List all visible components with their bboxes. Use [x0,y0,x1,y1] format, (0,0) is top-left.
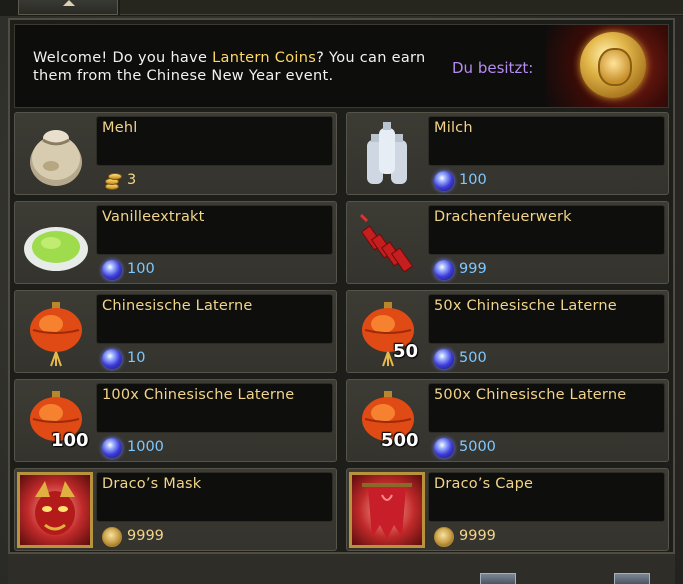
milk-bottles-icon [353,118,423,190]
item-price: 5000 [459,439,496,455]
lantern-coins-highlight: Lantern Coins [212,50,317,66]
dragon-cape-icon [349,472,425,548]
scroll-button-right[interactable] [614,573,650,584]
shop-item-card[interactable]: Chinesische Laterne 10 [14,290,337,373]
gem-icon [102,438,122,458]
coin-display [546,25,668,107]
gem-icon [102,260,122,280]
shop-item-card[interactable]: Drachenfeuerwerk 999 [346,201,669,284]
flour-sack-icon [21,118,91,190]
shop-item-card[interactable]: Vanilleextrakt 100 [14,201,337,284]
item-price: 9999 [459,528,496,544]
gem-icon [434,171,454,191]
shop-item-card[interactable]: Draco’s Cape 9999 [346,468,669,551]
shop-item-card[interactable]: 100 100x Chinesische Laterne 1000 [14,379,337,462]
item-price: 10 [127,350,146,366]
welcome-text: Welcome! Do you have [33,50,213,66]
item-name: Drachenfeuerwerk [434,209,572,225]
item-name: 100x Chinesische Laterne [102,387,295,403]
info-banner: Welcome! Do you have Lantern Coins? You … [14,24,669,108]
shop-item-card[interactable]: Milch 100 [346,112,669,195]
item-price: 100 [127,261,155,277]
gold-coins-icon [102,171,122,191]
collapse-tab[interactable] [18,0,118,15]
item-price: 100 [459,172,487,188]
gem-icon [102,349,122,369]
welcome-message: Welcome! Do you have Lantern Coins? You … [33,49,433,85]
item-name: Vanilleextrakt [102,209,205,225]
item-name: Milch [434,120,473,136]
item-name: Chinesische Laterne [102,298,253,314]
lantern-coin-icon [434,527,454,547]
lantern-coin-icon [102,527,122,547]
shop-item-card[interactable]: Draco’s Mask 9999 [14,468,337,551]
owned-label: Du besitzt: [452,59,534,77]
firecracker-icon [353,207,423,279]
item-name: Draco’s Mask [102,476,202,492]
top-tab-bar [120,0,683,15]
shop-item-card[interactable]: 50 50x Chinesische Laterne 500 [346,290,669,373]
item-quantity-badge: 100 [51,430,89,451]
lantern-icon [21,296,91,368]
item-name: Mehl [102,120,138,136]
item-price: 3 [127,172,137,188]
dragon-mask-icon [17,472,93,548]
item-price: 9999 [127,528,164,544]
item-name: 50x Chinesische Laterne [434,298,617,314]
item-price: 999 [459,261,487,277]
item-quantity-badge: 500 [381,430,419,451]
gem-icon [434,260,454,280]
item-quantity-badge: 50 [393,341,419,362]
gem-icon [434,349,454,369]
bottom-bar [8,552,675,584]
item-price: 500 [459,350,487,366]
lantern-coin-icon [580,32,646,98]
shop-item-card[interactable]: Mehl 3 [14,112,337,195]
item-name: 500x Chinesische Laterne [434,387,627,403]
gem-icon [434,438,454,458]
scroll-button-left[interactable] [480,573,516,584]
item-name: Draco’s Cape [434,476,534,492]
shop-item-card[interactable]: 500 500x Chinesische Laterne 5000 [346,379,669,462]
item-price: 1000 [127,439,164,455]
vanilla-plate-icon [21,207,91,279]
chevron-up-icon [63,0,75,6]
